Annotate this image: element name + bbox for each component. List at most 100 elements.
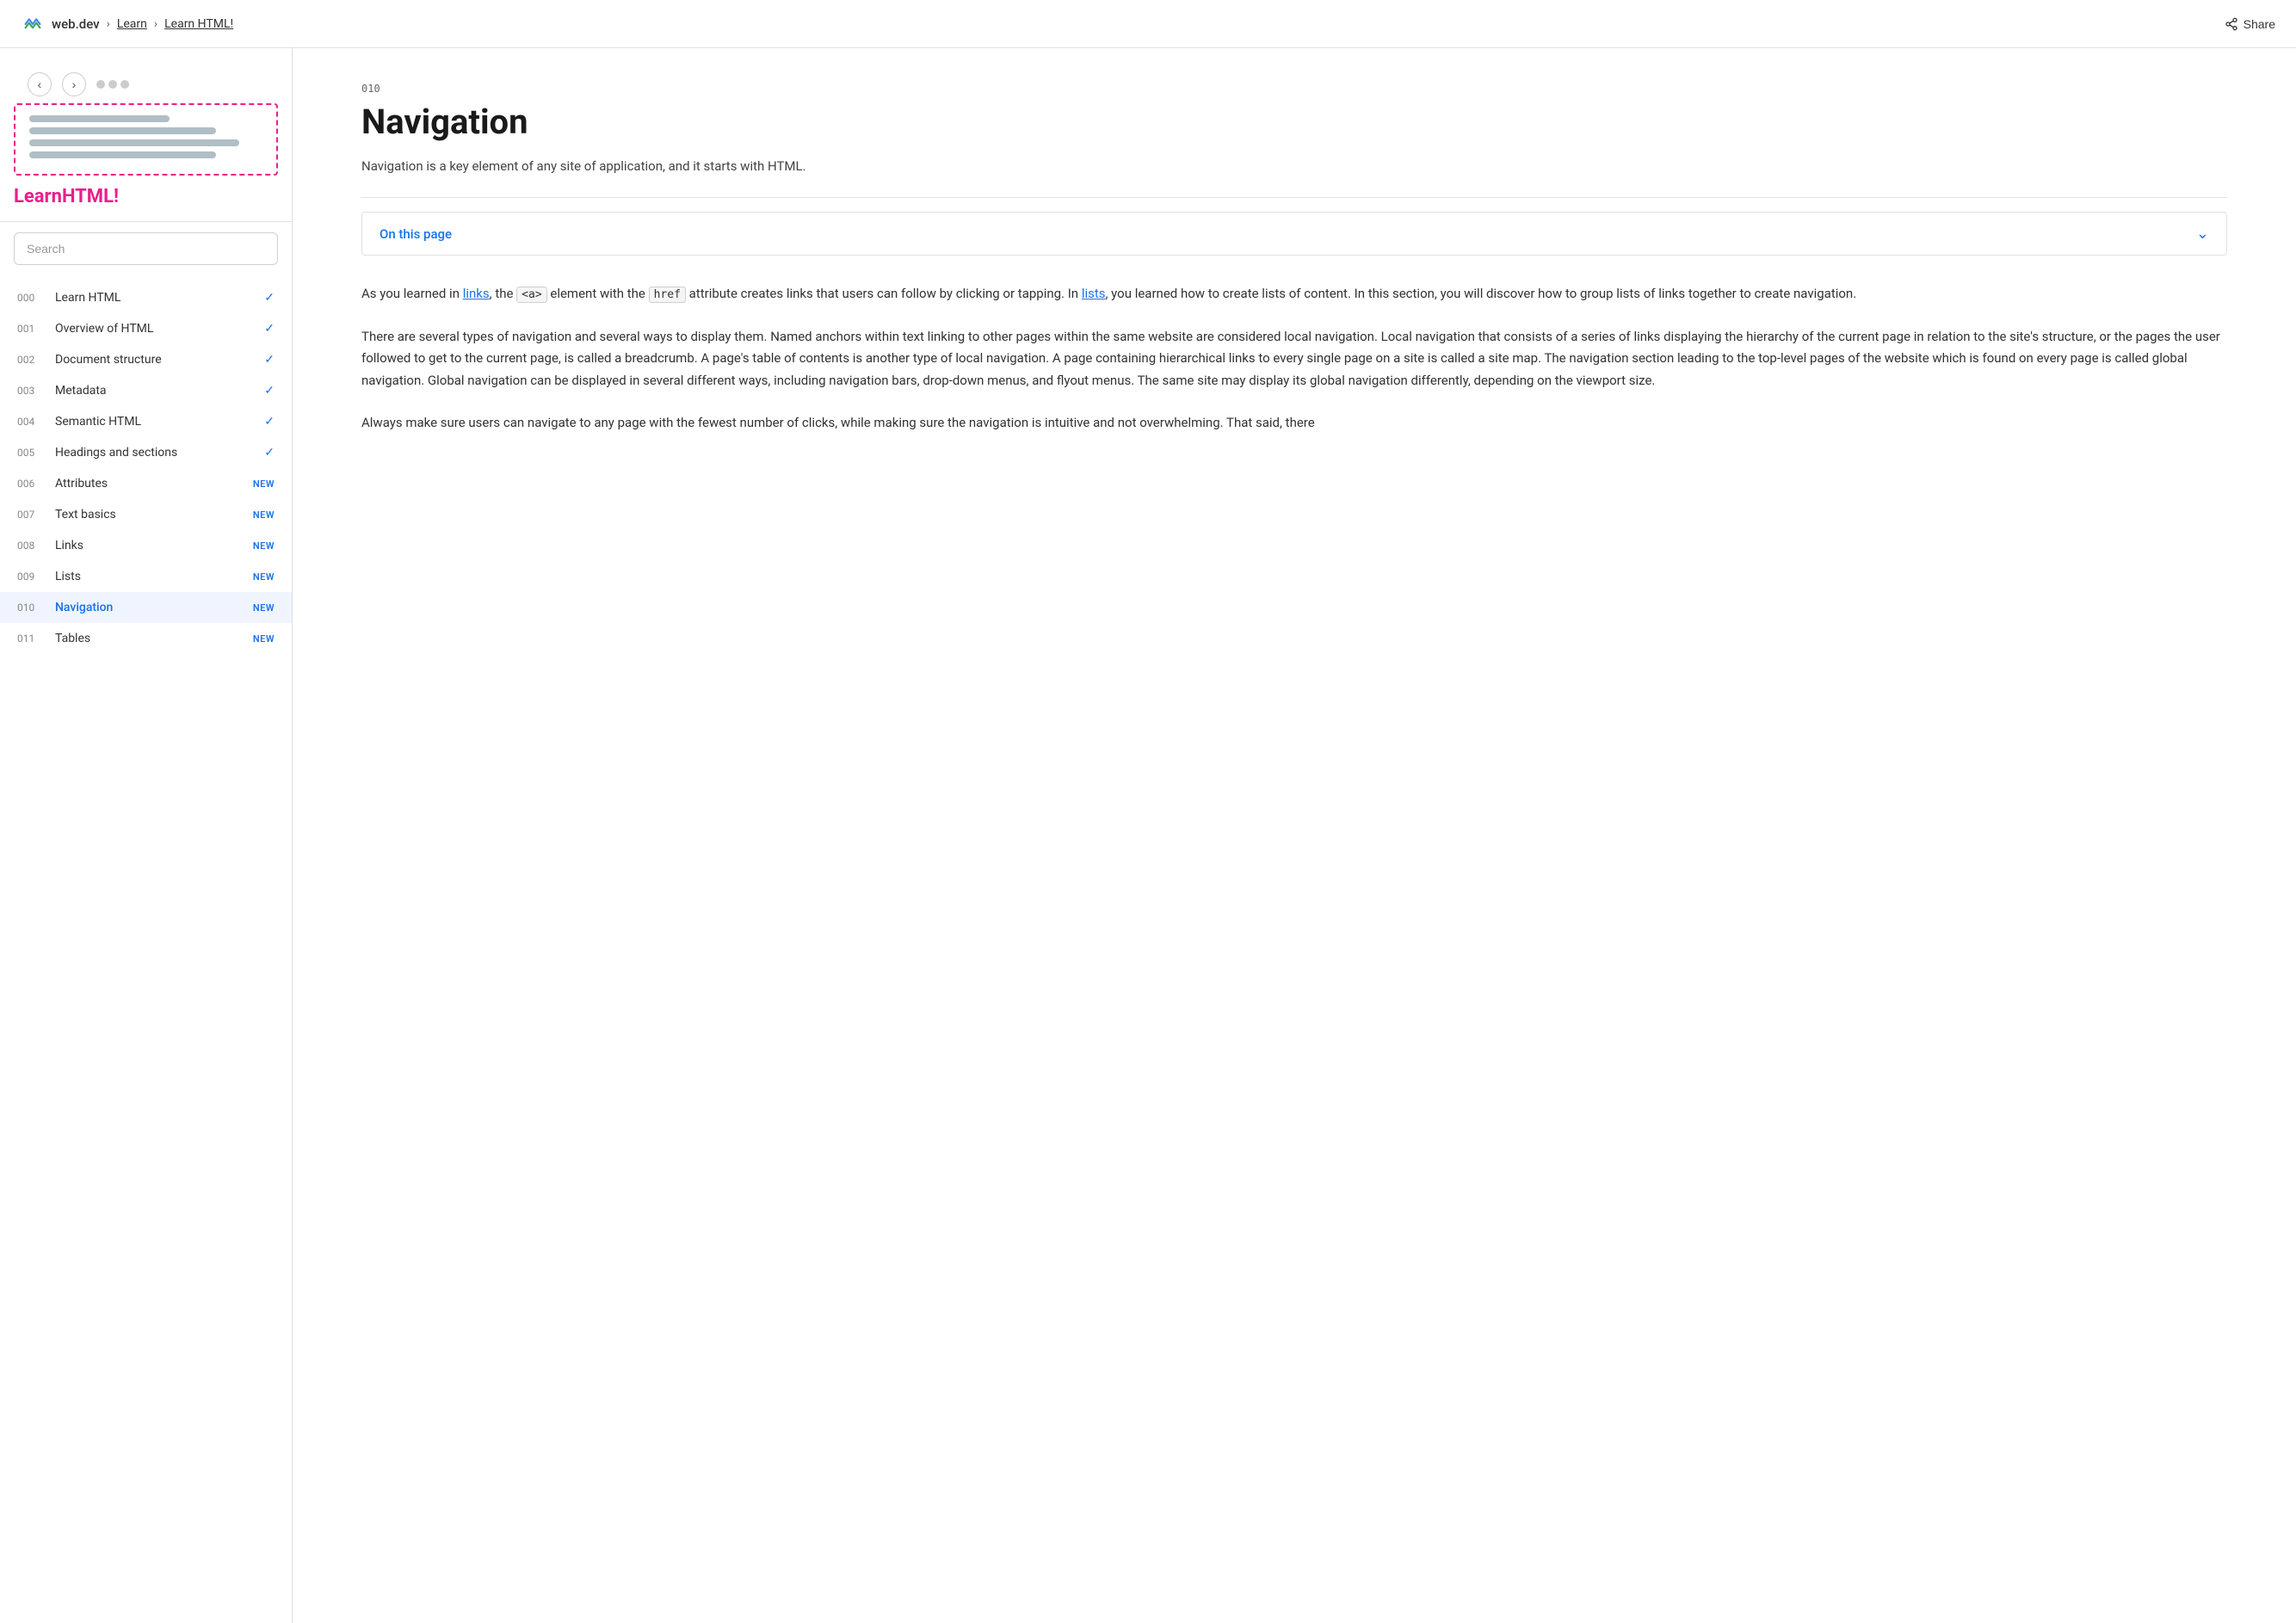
nav-num-008: 008 (17, 540, 41, 552)
content-body: As you learned in links, the <a> element… (361, 283, 2227, 435)
check-icon-000: ✓ (264, 291, 275, 305)
check-icon-004: ✓ (264, 415, 275, 429)
site-name[interactable]: web.dev (52, 16, 100, 32)
nav-item-left-005: 005 Headings and sections (17, 446, 177, 460)
href-code: href (649, 287, 686, 303)
nav-item-left-006: 006 Attributes (17, 477, 108, 491)
main-content: 010 Navigation Navigation is a key eleme… (293, 48, 2296, 1623)
nav-item-left-000: 000Learn HTML (17, 291, 120, 305)
nav-item-left-010: 010 Navigation (17, 601, 113, 614)
breadcrumb-nav: web.dev › Learn › Learn HTML! (21, 12, 233, 36)
sidebar-hero: ‹ › LearnHTML! (0, 48, 292, 222)
new-badge-009: NEW (253, 571, 275, 583)
nav-item-left-011: 011Tables (17, 632, 90, 645)
nav-num-001: 001 (17, 323, 41, 335)
dot-3 (120, 80, 129, 89)
nav-item-007[interactable]: 007 Text basics NEW (0, 499, 292, 530)
nav-label-006: Attributes (55, 477, 108, 491)
hero-line-3 (29, 139, 239, 146)
sidebar: ‹ › LearnHTML! 000L (0, 48, 293, 1623)
nav-num-004: 004 (17, 416, 41, 428)
sidebar-search-container (14, 232, 278, 265)
share-label: Share (2244, 17, 2275, 31)
nav-label-011: Tables (55, 632, 90, 645)
chevron-down-icon: ⌄ (2196, 225, 2209, 243)
content-intro: Navigation is a key element of any site … (361, 156, 2227, 176)
nav-item-005[interactable]: 005 Headings and sections ✓ (0, 437, 292, 468)
content-title: Navigation (361, 102, 2227, 142)
nav-item-left-002: 002Document structure (17, 353, 162, 367)
breadcrumb-learn[interactable]: Learn (117, 17, 147, 31)
check-icon-002: ✓ (264, 353, 275, 367)
nav-num-003: 003 (17, 385, 41, 397)
breadcrumb-learn-html[interactable]: Learn HTML! (164, 17, 233, 31)
dot-1 (96, 80, 105, 89)
share-button[interactable]: Share (2225, 17, 2275, 31)
forward-button[interactable]: › (62, 72, 86, 96)
new-badge-006: NEW (253, 478, 275, 490)
nav-item-001[interactable]: 001Overview of HTML✓ (0, 313, 292, 344)
content-para-2: There are several types of navigation an… (361, 326, 2227, 392)
nav-item-011[interactable]: 011Tables NEW (0, 623, 292, 654)
hero-preview (14, 103, 278, 176)
nav-item-left-003: 003 Metadata (17, 384, 107, 398)
new-badge-010: NEW (253, 602, 275, 614)
nav-item-003[interactable]: 003 Metadata ✓ (0, 375, 292, 406)
check-icon-003: ✓ (264, 384, 275, 398)
nav-item-010[interactable]: 010 Navigation NEW (0, 592, 292, 623)
nav-num-005: 005 (17, 447, 41, 459)
on-this-page-toggle[interactable]: On this page ⌄ (361, 212, 2227, 256)
logo-area: web.dev (21, 12, 100, 36)
breadcrumb-sep-2: › (154, 17, 157, 31)
dot-2 (108, 80, 117, 89)
nav-num-007: 007 (17, 509, 41, 521)
nav-item-left-004: 004 Semantic HTML (17, 415, 141, 429)
lists-link[interactable]: lists (1082, 286, 1106, 301)
new-badge-008: NEW (253, 540, 275, 552)
webdev-logo-icon[interactable] (21, 12, 45, 36)
hero-line-2 (29, 127, 216, 134)
back-button[interactable]: ‹ (28, 72, 52, 96)
nav-num-010: 010 (17, 602, 41, 614)
nav-label-008: Links (55, 539, 83, 552)
check-icon-005: ✓ (264, 446, 275, 460)
nav-num-009: 009 (17, 571, 41, 583)
hero-line-4 (29, 151, 216, 158)
window-dots (96, 80, 129, 89)
new-badge-007: NEW (253, 509, 275, 521)
nav-item-008[interactable]: 008 Links NEW (0, 530, 292, 561)
nav-item-left-009: 009 Lists (17, 570, 81, 583)
search-input[interactable] (14, 232, 278, 265)
nav-label-010: Navigation (55, 601, 113, 614)
divider-1 (361, 197, 2227, 198)
nav-item-006[interactable]: 006 Attributes NEW (0, 468, 292, 499)
nav-item-002[interactable]: 002Document structure ✓ (0, 344, 292, 375)
new-badge-011: NEW (253, 633, 275, 645)
share-icon (2225, 17, 2238, 31)
nav-item-009[interactable]: 009 Lists NEW (0, 561, 292, 592)
nav-label-007: Text basics (55, 508, 116, 521)
on-this-page-label: On this page (380, 226, 452, 242)
nav-label-004: Semantic HTML (55, 415, 141, 429)
sidebar-title: LearnHTML! (14, 186, 278, 207)
main-layout: ‹ › LearnHTML! 000L (0, 48, 2296, 1623)
nav-item-left-001: 001 Overview of HTML (17, 322, 153, 336)
content-para-3: Always make sure users can navigate to a… (361, 412, 2227, 435)
nav-num-000: 000 (17, 292, 41, 304)
nav-label-002: Document structure (55, 353, 162, 367)
breadcrumb-sep-1: › (107, 17, 110, 31)
links-link[interactable]: links (463, 286, 490, 301)
nav-list: 000Learn HTML✓001Overview of HTML✓002Doc… (0, 275, 292, 661)
nav-label-005: Headings and sections (55, 446, 177, 460)
nav-label-001: Overview of HTML (55, 322, 153, 336)
nav-item-000[interactable]: 000Learn HTML ✓ (0, 282, 292, 313)
browse-controls: ‹ › (14, 65, 278, 103)
topbar: web.dev › Learn › Learn HTML! Share (0, 0, 2296, 48)
sidebar-title-colored: HTML! (62, 186, 119, 207)
nav-label-009: Lists (55, 570, 81, 583)
hero-line-1 (29, 115, 170, 122)
content-number: 010 (361, 83, 2227, 95)
nav-label-003: Metadata (55, 384, 107, 398)
nav-num-006: 006 (17, 478, 41, 490)
nav-item-004[interactable]: 004 Semantic HTML ✓ (0, 406, 292, 437)
